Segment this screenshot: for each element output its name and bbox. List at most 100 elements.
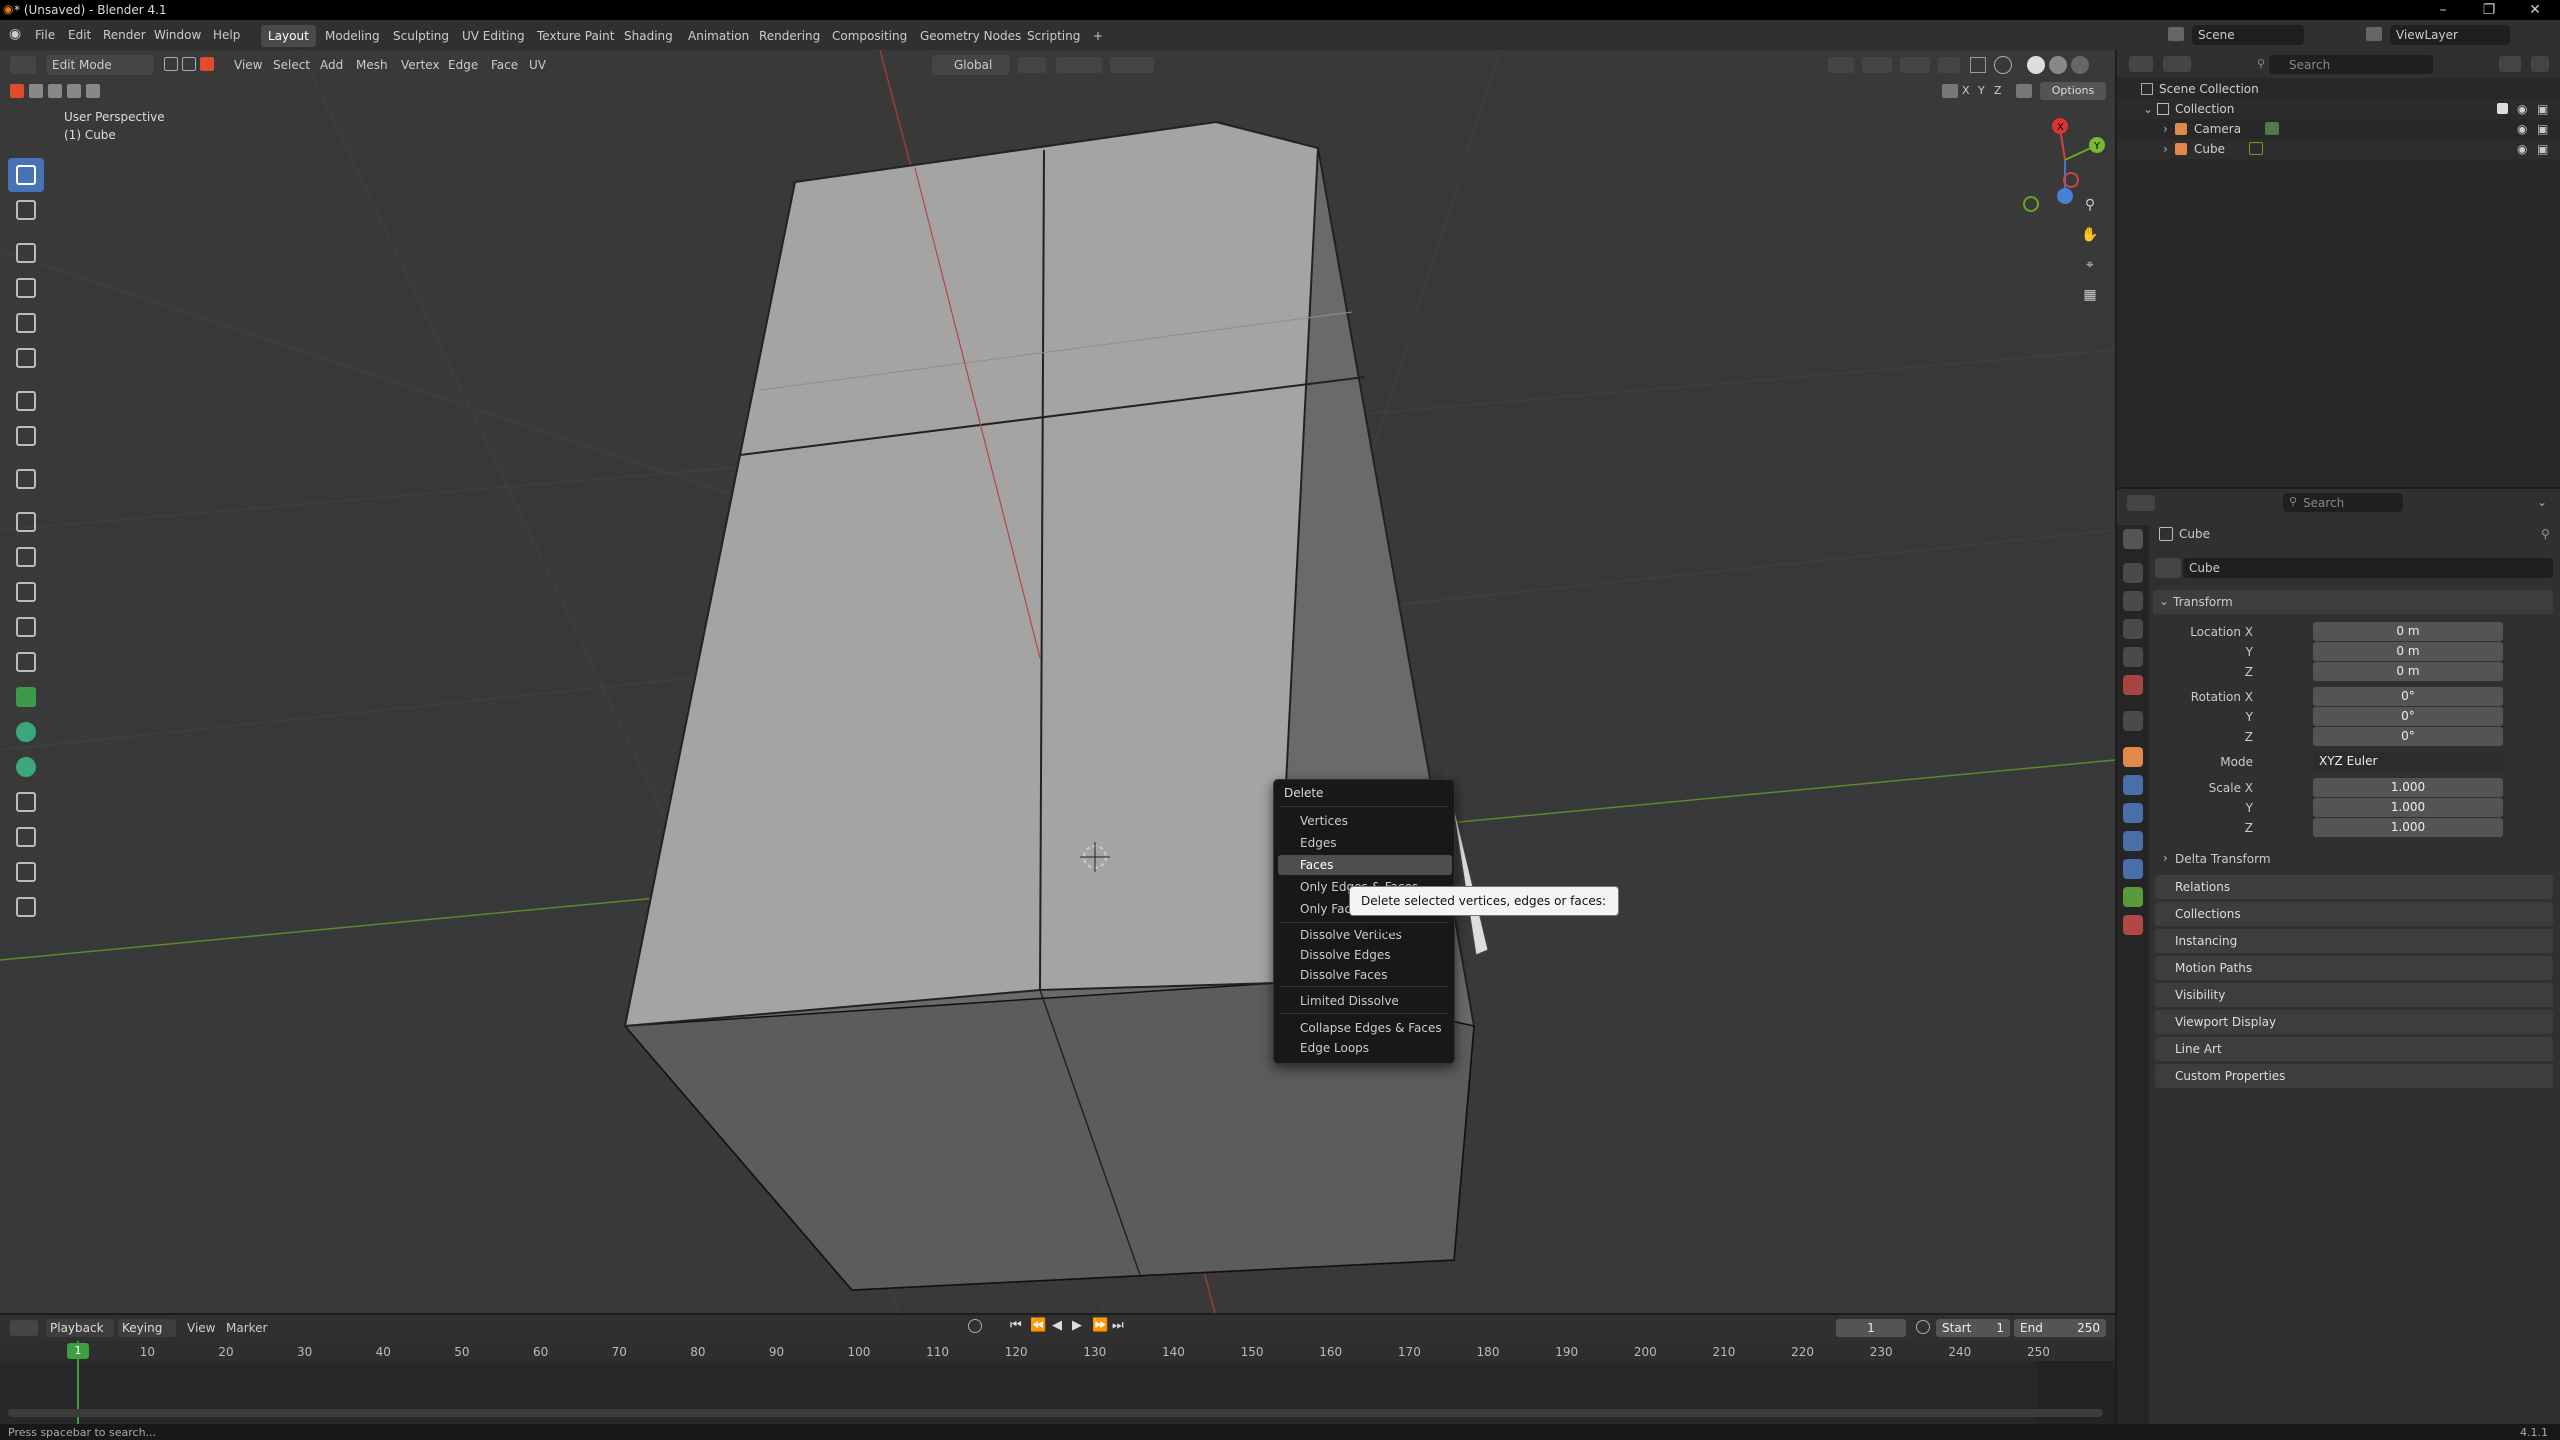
menu-item-dissolve-edges[interactable]: Dissolve Edges	[1278, 945, 1452, 965]
timeline-scrollbar[interactable]	[8, 1409, 2103, 1417]
menu-item-edge-loops[interactable]: Edge Loops	[1278, 1038, 1452, 1058]
panel-motion-paths[interactable]: Motion Paths	[2155, 956, 2553, 980]
mirror-z-toggle[interactable]: Z	[1994, 84, 2002, 97]
constraints-tab-icon[interactable]	[2123, 859, 2143, 879]
poly-build-icon[interactable]	[8, 680, 44, 714]
outliner-row-collection[interactable]: ⌄ Collection ◉ ▣	[2117, 99, 2560, 119]
tab-scripting[interactable]: Scripting	[1020, 25, 1087, 47]
eye-icon[interactable]: ◉	[2517, 139, 2527, 159]
menu-item-edges[interactable]: Edges	[1278, 833, 1452, 853]
menu-item-dissolve-faces[interactable]: Dissolve Faces	[1278, 965, 1452, 985]
solid-shading-icon[interactable]	[2027, 56, 2045, 74]
location-x-field[interactable]: 0 m	[2313, 622, 2503, 641]
loop-cut-icon[interactable]	[8, 610, 44, 644]
scale-z-field[interactable]: 1.000	[2313, 818, 2503, 837]
keying-dropdown[interactable]: Keying	[118, 1319, 176, 1337]
transform-panel-header[interactable]: ⌄ Transform	[2153, 590, 2553, 614]
start-frame-field[interactable]: Start 1	[1936, 1319, 2010, 1337]
pin-icon[interactable]: ⚲	[2541, 527, 2550, 541]
select-box-icon[interactable]	[8, 158, 44, 192]
location-z-field[interactable]: 0 m	[2313, 662, 2503, 681]
mirror-icon[interactable]	[1942, 84, 1958, 98]
scale-icon[interactable]	[8, 306, 44, 340]
viewlayer-field[interactable]: ViewLayer	[2390, 25, 2510, 45]
overlay-toggle-icon[interactable]	[1900, 57, 1930, 73]
face-select-icon[interactable]	[200, 57, 214, 71]
outliner-row-scene-collection[interactable]: Scene Collection	[2117, 79, 2560, 99]
playback-dropdown[interactable]: Playback	[46, 1319, 114, 1337]
smooth-icon[interactable]	[8, 750, 44, 784]
menu-select[interactable]: Select	[273, 58, 310, 72]
tab-compositing[interactable]: Compositing	[825, 25, 914, 47]
chevron-right-icon[interactable]: ›	[2163, 139, 2168, 159]
eye-icon[interactable]: ◉	[2517, 99, 2527, 119]
tab-sculpting[interactable]: Sculpting	[386, 25, 456, 47]
add-cube-icon[interactable]	[8, 462, 44, 496]
measure-icon[interactable]	[8, 419, 44, 453]
output-tab-icon[interactable]	[2123, 591, 2143, 611]
camera-data-icon[interactable]	[2265, 122, 2279, 135]
properties-editor-icon[interactable]	[2127, 495, 2155, 511]
pan-hand-icon[interactable]: ✋	[2078, 223, 2102, 247]
wireframe-shading-icon[interactable]	[1994, 56, 2012, 74]
select-mode-new-icon[interactable]	[10, 84, 24, 98]
menu-add[interactable]: Add	[320, 58, 343, 72]
tab-animation[interactable]: Animation	[681, 25, 756, 47]
jump-end-icon[interactable]: ⏭	[1112, 1318, 1124, 1333]
menu-file[interactable]: File	[35, 28, 55, 42]
camera-render-icon[interactable]: ▣	[2537, 119, 2548, 139]
rotation-x-field[interactable]: 0°	[2313, 687, 2503, 706]
xray-toggle-icon[interactable]	[1970, 57, 1986, 73]
menu-window[interactable]: Window	[154, 28, 201, 42]
scale-x-field[interactable]: 1.000	[2313, 778, 2503, 797]
material-tab-icon[interactable]	[2123, 915, 2143, 935]
snap-icon[interactable]	[1056, 57, 1102, 73]
chevron-right-icon[interactable]: ›	[2163, 119, 2168, 139]
menu-help[interactable]: Help	[213, 28, 240, 42]
scene-icon[interactable]	[2168, 27, 2184, 41]
playhead-frame-badge[interactable]: 1	[67, 1343, 89, 1359]
cursor-icon[interactable]	[8, 193, 44, 227]
add-workspace-button[interactable]: +	[1086, 25, 1110, 47]
material-shading-icon[interactable]	[2049, 56, 2067, 74]
spin-icon[interactable]	[8, 715, 44, 749]
delta-transform-subpanel[interactable]: › Delta Transform	[2155, 849, 2553, 869]
viewlayer-icon[interactable]	[2366, 27, 2382, 41]
scene-field[interactable]: Scene	[2192, 25, 2304, 45]
mode-dropdown[interactable]: Edit Mode	[46, 55, 154, 75]
outliner-row-cube[interactable]: › Cube ◉ ▣	[2117, 139, 2560, 159]
menu-edge[interactable]: Edge	[448, 58, 478, 72]
menu-item-faces[interactable]: Faces	[1278, 855, 1452, 875]
menu-render[interactable]: Render	[103, 28, 146, 42]
jump-start-icon[interactable]: ⏮	[1010, 1318, 1022, 1333]
location-y-field[interactable]: 0 m	[2313, 642, 2503, 661]
menu-item-collapse-edges-faces[interactable]: Collapse Edges & Faces	[1278, 1018, 1452, 1038]
editor-type-icon[interactable]	[10, 56, 36, 74]
object-name-field[interactable]: Cube	[2183, 558, 2553, 578]
options-dropdown[interactable]: Options	[2040, 82, 2106, 100]
knife-icon[interactable]	[8, 645, 44, 679]
panel-relations[interactable]: Relations	[2155, 875, 2553, 899]
menu-uv[interactable]: UV	[529, 58, 546, 72]
rotation-y-field[interactable]: 0°	[2313, 707, 2503, 726]
outliner-filter-icon[interactable]	[2499, 56, 2521, 72]
clock-icon[interactable]	[1916, 1320, 1930, 1334]
record-icon[interactable]	[968, 1319, 982, 1333]
eye-icon[interactable]: ◉	[2517, 119, 2527, 139]
end-frame-field[interactable]: End 250	[2014, 1319, 2106, 1337]
data-tab-icon[interactable]	[2123, 887, 2143, 907]
rendered-shading-icon[interactable]	[2071, 56, 2089, 74]
mirror-y-toggle[interactable]: Y	[1978, 84, 1985, 97]
menu-view[interactable]: View	[234, 58, 262, 72]
jump-keyframe-forward-icon[interactable]: ⏩	[1092, 1318, 1108, 1333]
outliner-row-camera[interactable]: › Camera ◉ ▣	[2117, 119, 2560, 139]
new-collection-icon[interactable]	[2531, 56, 2549, 72]
panel-viewport-display[interactable]: Viewport Display	[2155, 1010, 2553, 1034]
mesh-cube[interactable]	[623, 120, 1489, 1292]
play-icon[interactable]: ▶	[1072, 1318, 1082, 1333]
gizmo-toggle-icon[interactable]	[1862, 57, 1892, 73]
current-frame-field[interactable]: 1	[1836, 1319, 1906, 1337]
camera-render-icon[interactable]: ▣	[2537, 139, 2548, 159]
auto-merge-icon[interactable]	[2016, 84, 2032, 98]
tab-modeling[interactable]: Modeling	[318, 25, 387, 47]
